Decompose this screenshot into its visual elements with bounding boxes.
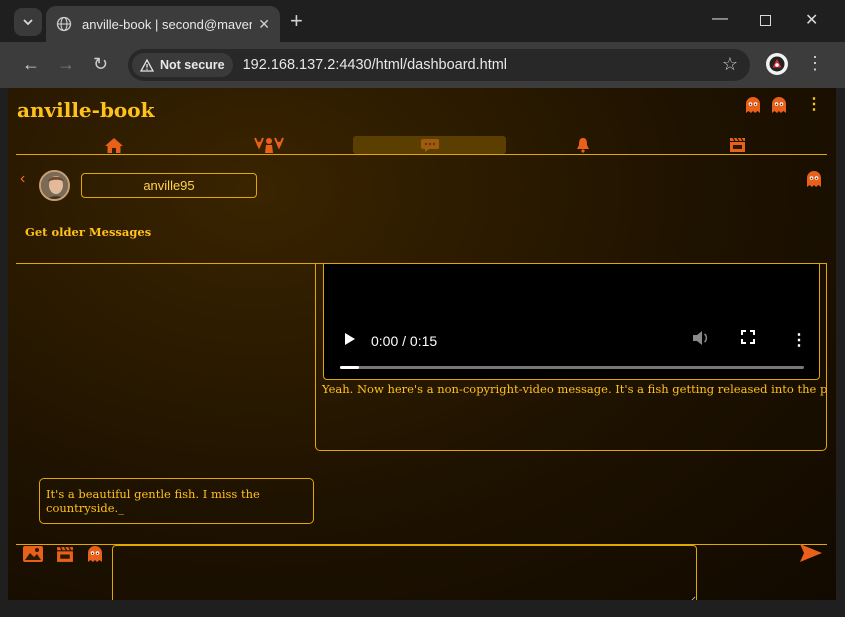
minimize-icon[interactable]: — bbox=[712, 10, 728, 28]
forward-arrow-icon[interactable]: → bbox=[57, 54, 75, 75]
new-tab-button[interactable]: + bbox=[290, 10, 303, 32]
page-viewport: anville-book ⋮ ‹ anville95 Get older Mes… bbox=[8, 88, 836, 600]
video-progress-fill bbox=[340, 366, 359, 369]
play-icon[interactable] bbox=[344, 332, 356, 346]
image-icon[interactable] bbox=[22, 545, 44, 563]
browser-toolbar: ← → ↻ Not secure 192.168.137.2:4430/html… bbox=[0, 42, 845, 88]
friends-icon bbox=[253, 137, 284, 153]
clapperboard-icon bbox=[730, 137, 745, 152]
composer-icons bbox=[22, 545, 104, 563]
tab-title: anville-book | second@maven.c bbox=[82, 16, 253, 32]
home-icon bbox=[104, 137, 123, 153]
globe-icon bbox=[56, 16, 72, 32]
incoming-message: It's a beautiful gentle fish. I miss the… bbox=[39, 478, 314, 524]
window-close-icon[interactable]: ✕ bbox=[805, 10, 818, 30]
top-icons bbox=[744, 96, 788, 114]
outgoing-message-text: Yeah. Now here's a non-copyright-video m… bbox=[322, 382, 827, 396]
chevron-down-icon bbox=[23, 19, 33, 26]
message-list[interactable]: 0:00 / 0:15 ⋮ Yeah. Now here's a non-cop… bbox=[16, 264, 827, 544]
outgoing-message: 0:00 / 0:15 ⋮ Yeah. Now here's a non-cop… bbox=[315, 264, 827, 451]
notifications-icon bbox=[576, 138, 589, 153]
window-bottom-edge bbox=[0, 600, 845, 617]
fullscreen-icon[interactable] bbox=[741, 330, 755, 344]
url-text[interactable]: 192.168.137.2:4430/html/dashboard.html bbox=[243, 57, 507, 73]
app-title: anville-book bbox=[17, 98, 155, 122]
maximize-icon[interactable] bbox=[760, 15, 771, 26]
user-photo bbox=[41, 172, 68, 199]
nav-home[interactable] bbox=[37, 136, 190, 154]
nav-messages[interactable] bbox=[353, 136, 506, 154]
back-chevron-icon[interactable]: ‹ bbox=[20, 170, 25, 188]
messages-icon bbox=[420, 138, 439, 152]
video-time: 0:00 / 0:15 bbox=[371, 333, 438, 349]
nav-videos[interactable] bbox=[661, 136, 814, 154]
profile-avatar[interactable] bbox=[766, 53, 788, 75]
security-label: Not secure bbox=[160, 58, 225, 72]
nav-notifications[interactable] bbox=[506, 136, 659, 154]
browser-tab[interactable]: anville-book | second@maven.c ✕ bbox=[46, 6, 280, 42]
browser-tabstrip: anville-book | second@maven.c ✕ + — ✕ bbox=[0, 0, 845, 42]
profile-logo-icon bbox=[769, 56, 785, 72]
clapperboard-icon[interactable] bbox=[56, 546, 74, 563]
video-progress[interactable] bbox=[340, 366, 804, 369]
ghost-icon[interactable] bbox=[770, 96, 788, 114]
volume-icon[interactable] bbox=[692, 330, 710, 346]
tab-search-button[interactable] bbox=[14, 8, 42, 36]
avatar[interactable] bbox=[39, 170, 70, 201]
address-bar[interactable]: Not secure 192.168.137.2:4430/html/dashb… bbox=[128, 49, 750, 81]
reload-icon[interactable]: ↻ bbox=[93, 54, 108, 75]
ghost-icon[interactable] bbox=[86, 545, 104, 563]
video-more-icon[interactable]: ⋮ bbox=[791, 330, 807, 350]
warning-icon bbox=[140, 58, 154, 72]
nav-friends[interactable] bbox=[192, 136, 345, 154]
browser-menu-icon[interactable]: ⋮ bbox=[806, 53, 824, 74]
video-player[interactable]: 0:00 / 0:15 ⋮ bbox=[323, 264, 820, 380]
ghost-icon[interactable] bbox=[744, 96, 762, 114]
tab-close-icon[interactable]: ✕ bbox=[258, 16, 270, 33]
send-icon[interactable] bbox=[799, 543, 823, 563]
ghost-icon[interactable] bbox=[805, 170, 823, 188]
bookmark-star-icon[interactable]: ☆ bbox=[722, 54, 738, 75]
main-nav bbox=[16, 134, 827, 155]
back-arrow-icon[interactable]: ← bbox=[22, 54, 40, 75]
security-chip[interactable]: Not secure bbox=[132, 53, 233, 77]
chat-username[interactable]: anville95 bbox=[81, 173, 257, 198]
get-older-messages-link[interactable]: Get older Messages bbox=[25, 225, 151, 239]
message-input[interactable] bbox=[112, 545, 697, 600]
app-menu-icon[interactable]: ⋮ bbox=[806, 94, 822, 114]
